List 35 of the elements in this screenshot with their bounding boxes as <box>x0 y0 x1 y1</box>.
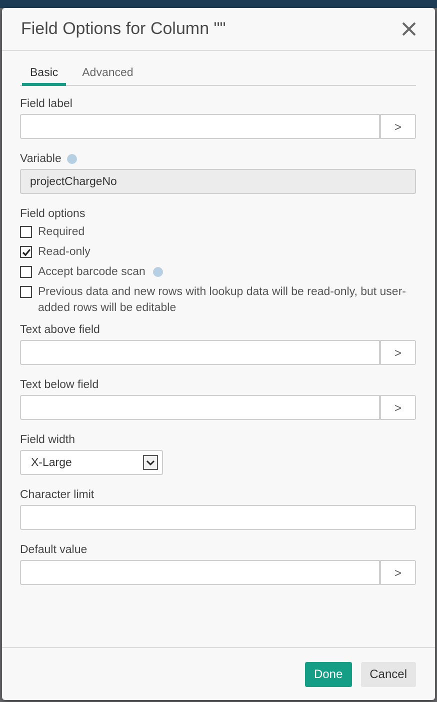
field-label: Field width <box>20 434 75 446</box>
checkbox-label: Read-only <box>38 245 90 260</box>
text-field[interactable]: > <box>20 560 416 585</box>
tab[interactable]: Advanced <box>74 63 142 86</box>
dropdown-value: X-Large <box>31 456 72 468</box>
checkbox-label: Previous data and new rows with lookup data will be read-only, but user-added rows will be editable <box>38 285 407 316</box>
checkbox[interactable] <box>20 286 32 298</box>
tab[interactable]: Basic <box>22 63 66 86</box>
close-button[interactable] <box>400 20 418 38</box>
expression-button[interactable]: > <box>379 341 415 364</box>
field-label: Text below field <box>20 379 99 391</box>
field-label: Character limit <box>20 489 94 501</box>
text-field[interactable]: > <box>20 340 416 365</box>
text-field[interactable]: > <box>20 114 416 139</box>
expression-button[interactable]: > <box>379 561 415 584</box>
read-only-field: projectChargeNo <box>20 169 416 194</box>
text-field[interactable] <box>20 505 416 530</box>
field-label: Field label <box>20 98 72 110</box>
field-label: Text above field <box>20 324 100 336</box>
field-label: Variable <box>20 153 62 165</box>
checkbox[interactable] <box>20 246 32 258</box>
field-label: Field options <box>20 208 86 220</box>
text-field[interactable]: > <box>20 395 416 420</box>
checkbox[interactable] <box>20 226 32 238</box>
chevron-down-icon[interactable] <box>143 455 158 470</box>
cancel-button[interactable]: Cancel <box>360 662 416 686</box>
field-label: Default value <box>20 544 88 556</box>
expression-button[interactable]: > <box>379 115 415 138</box>
expression-button[interactable]: > <box>379 396 415 419</box>
checkbox-label: Required <box>38 225 85 240</box>
checkbox[interactable] <box>20 266 32 278</box>
dropdown[interactable]: X-Large <box>20 450 163 475</box>
checkbox-label: Accept barcode scan <box>38 265 146 280</box>
close-icon <box>402 22 416 36</box>
dialog-title: Field Options for Column "" <box>21 19 226 39</box>
